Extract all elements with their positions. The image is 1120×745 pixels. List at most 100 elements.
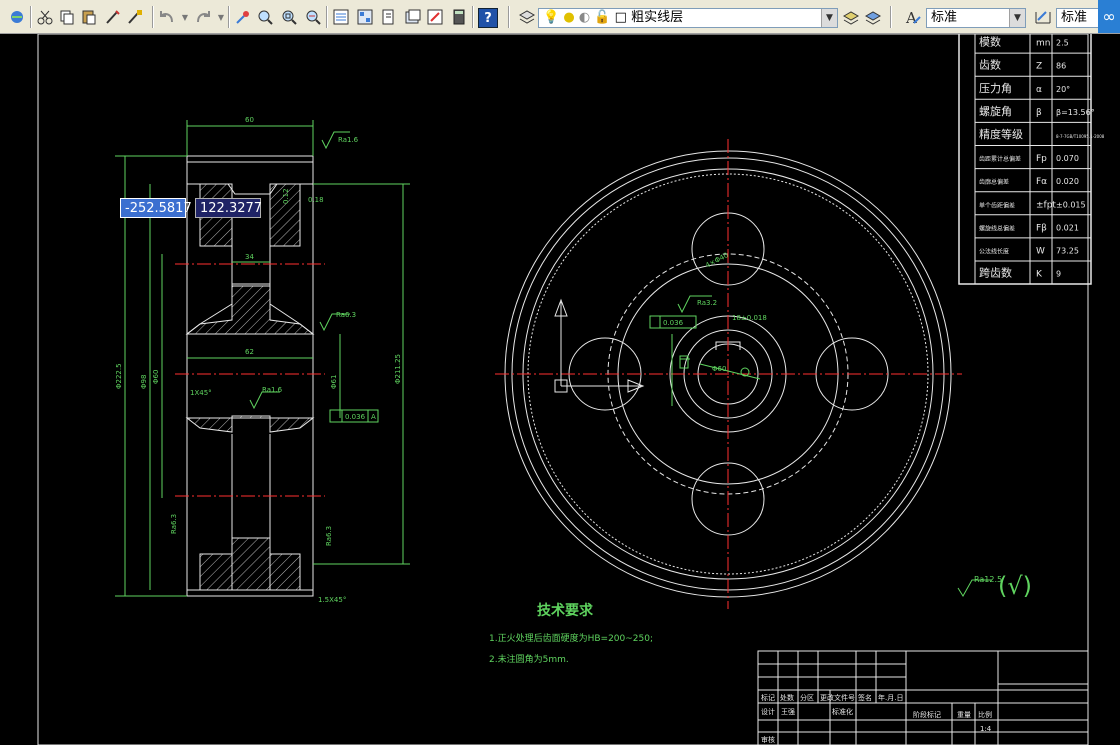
- dia-bore2: Φ61: [330, 375, 338, 389]
- param-name: 螺旋角: [979, 104, 1012, 118]
- param-symbol: K: [1036, 270, 1043, 280]
- param-name: 精度等级: [979, 127, 1023, 141]
- tb-change: 更改文件号: [820, 693, 855, 702]
- key-sym: 18±0.018: [732, 314, 767, 322]
- lightbulb-icon[interactable]: 💡: [543, 10, 559, 25]
- tb-standard: 标准化: [832, 707, 853, 716]
- zoom-window-icon[interactable]: [280, 8, 298, 26]
- copy-icon[interactable]: [58, 8, 76, 26]
- param-name: 公法线长度: [979, 247, 1009, 255]
- zoom-realtime-icon[interactable]: [256, 8, 274, 26]
- infinity-icon[interactable]: ∞: [1098, 0, 1120, 33]
- param-name: 齿廓总偏差: [979, 178, 1009, 186]
- hatch-region: [269, 553, 301, 591]
- pan-icon[interactable]: [234, 8, 252, 26]
- param-table: 模数 mn 2.5 齿数 Z 86 压力角 α 20° 螺旋角 β β=13.56° 精度等级 8-7-7…: [958, 34, 1105, 285]
- param-symbol: α: [1036, 85, 1042, 95]
- tb-design: 设计: [761, 707, 775, 716]
- tol-value-vert: 0.12: [282, 188, 290, 204]
- param-value: 20°: [1056, 85, 1070, 94]
- vp-freeze-icon[interactable]: ◐: [579, 10, 590, 25]
- lock-icon[interactable]: 🔓: [594, 10, 610, 25]
- cut-icon[interactable]: [36, 8, 54, 26]
- chevron-down-icon[interactable]: ▼: [1009, 9, 1025, 27]
- text-style-combo[interactable]: 标准 ▼: [926, 8, 1026, 28]
- param-value: 73.25: [1056, 246, 1079, 255]
- dim-bore-width: 62: [245, 348, 254, 356]
- chevron-down-icon[interactable]: ▼: [821, 9, 837, 27]
- notes-line-1: 1.正火处理后齿面硬度为HB=200~250;: [489, 632, 653, 644]
- sun-icon[interactable]: ●: [563, 10, 574, 25]
- toolbar-separator: [890, 6, 892, 28]
- tb-weight: 重量: [957, 711, 971, 719]
- designcenter-icon[interactable]: [356, 8, 374, 26]
- text-style-value: 标准: [931, 10, 958, 25]
- tb-zone: 分区: [800, 693, 814, 702]
- hatch-region: [199, 553, 233, 591]
- sheetset-icon[interactable]: [404, 8, 422, 26]
- text-style-icon[interactable]: A: [904, 8, 922, 26]
- toolpalette-icon[interactable]: [380, 8, 398, 26]
- param-name: 压力角: [979, 82, 1012, 95]
- param-value: β=13.56°: [1056, 108, 1095, 117]
- help-icon[interactable]: ?: [478, 8, 498, 28]
- param-symbol: β: [1036, 108, 1042, 118]
- param-symbol: Fα: [1036, 177, 1047, 187]
- layer-combo[interactable]: 💡 ● ◐ 🔓 □ 粗实线层 ▼: [538, 8, 838, 28]
- param-value: 2.5: [1056, 39, 1069, 48]
- toolbar-separator: [326, 6, 328, 28]
- surface-rough-bracket: (√): [998, 572, 1032, 600]
- coord-x-input[interactable]: -252.5817: [120, 198, 192, 218]
- drawing-canvas[interactable]: 60 34 62 1X45° 1.5X45° Ra1.6 Ra6.3 Ra1.6…: [0, 34, 1120, 745]
- hatch-region: [185, 285, 315, 335]
- tb-scale: 1:4: [980, 725, 992, 733]
- tol-value: 0.18: [308, 196, 324, 204]
- rough-top: Ra1.6: [338, 136, 359, 144]
- zoom-previous-icon[interactable]: [304, 8, 322, 26]
- undo-dropdown-icon[interactable]: ▼: [176, 8, 194, 26]
- rough-key: Ra3.2: [697, 299, 717, 307]
- param-value: 86: [1056, 62, 1066, 71]
- calculator-icon[interactable]: [450, 8, 468, 26]
- front-view: 4×Φ40 18±0.018 0.036 Ra3.2 Φ60: [495, 139, 962, 609]
- hatch-region: [231, 537, 271, 591]
- rough-left-low: Ra6.3: [170, 514, 178, 534]
- tb-count: 处数: [780, 693, 794, 702]
- dia-hub: Φ98: [140, 375, 148, 389]
- coord-y-input[interactable]: 122.3277: [195, 198, 262, 218]
- runout-value: 0.036: [345, 413, 366, 421]
- tb-mark: 标记: [761, 693, 775, 702]
- svg-text:A: A: [905, 9, 917, 26]
- layer-manager-icon[interactable]: [518, 8, 536, 26]
- tb-date: 年.月.日: [878, 693, 903, 702]
- tb-ratio: 比例: [978, 710, 992, 719]
- tb-reviewer: 王强: [781, 708, 795, 716]
- surface-roughness: Ra12.5 (√): [957, 572, 1032, 600]
- layer-state-icon[interactable]: [864, 8, 882, 26]
- redo-icon[interactable]: [194, 8, 212, 26]
- tb-audit: 审核: [761, 735, 775, 744]
- notes-title: 技术要求: [537, 602, 594, 619]
- param-value: 9: [1056, 270, 1061, 279]
- undo-icon[interactable]: [158, 8, 176, 26]
- param-value: 8-7-7GB/T10095.1-2008: [1056, 134, 1105, 139]
- markup-icon[interactable]: [426, 8, 444, 26]
- dim-style-icon[interactable]: [1034, 8, 1052, 26]
- param-value: 0.021: [1056, 223, 1079, 232]
- layer-previous-icon[interactable]: [842, 8, 860, 26]
- toolbar-separator: [152, 6, 154, 28]
- param-value: 0.020: [1056, 177, 1079, 186]
- title-block: 标记 处数 分区 更改文件号 签名 年.月.日 设计 王强 标准化 阶段标记 重…: [757, 650, 1089, 745]
- matchprop-icon[interactable]: [104, 8, 122, 26]
- param-name: 单个齿距偏差: [979, 201, 1015, 209]
- param-symbol: W: [1036, 246, 1045, 256]
- open-icon[interactable]: [8, 8, 26, 26]
- notes-line-2: 2.未注圆角为5mm.: [489, 653, 569, 665]
- dim-style-value: 标准: [1061, 10, 1088, 25]
- paste-icon[interactable]: [80, 8, 98, 26]
- rough-mid: Ra6.3: [336, 311, 356, 319]
- param-symbol: mn: [1036, 39, 1050, 49]
- properties-icon[interactable]: [332, 8, 350, 26]
- brush-icon[interactable]: [126, 8, 144, 26]
- layer-name: 粗实线层: [631, 10, 684, 25]
